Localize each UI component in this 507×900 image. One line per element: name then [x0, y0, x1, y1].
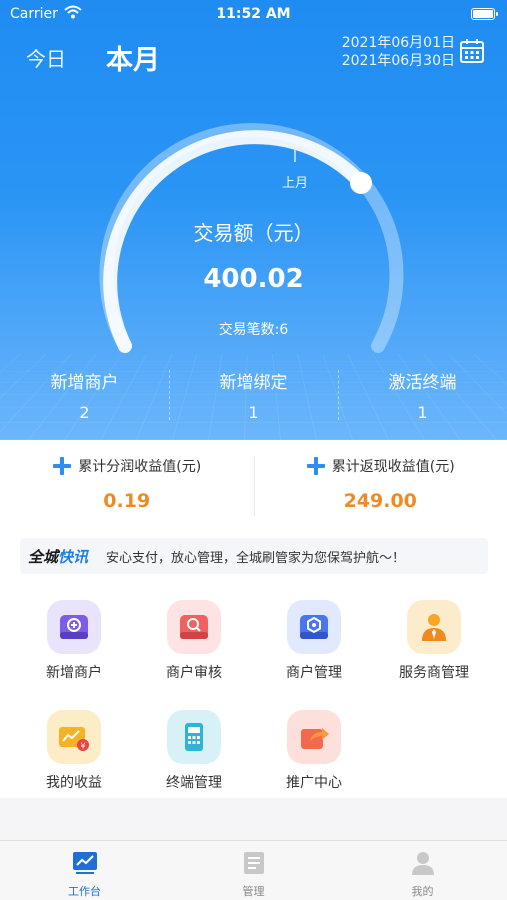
grid-item-add-merchant[interactable]: 新增商户: [14, 600, 134, 682]
nav-label: 工作台: [68, 885, 101, 898]
earnings-label: 累计返现收益值(元): [331, 459, 455, 475]
workbench-icon: [72, 852, 97, 874]
gauge-knob: [350, 172, 372, 194]
nav-tab-manage[interactable]: 管理: [169, 841, 338, 900]
nav-tab-profile[interactable]: 我的: [338, 841, 507, 900]
bottom-nav: 工作台 管理 我的: [0, 840, 507, 900]
nav-label: 我的: [411, 885, 434, 898]
grid-label: 推广中心: [286, 775, 342, 791]
grid-label: 商户管理: [286, 665, 342, 681]
promotion-center-icon: [287, 710, 341, 764]
function-grid: 新增商户 商户审核 商户管理 服务商管理 ¥ 我的收益 终端管理 推广中心: [14, 600, 494, 792]
grid-label: 新增商户: [46, 665, 102, 681]
stat-label: 新增绑定: [219, 373, 288, 393]
terminal-manage-icon: [167, 710, 221, 764]
earnings-label: 累计分润收益值(元): [78, 459, 202, 475]
grid-item-promotion-center[interactable]: 推广中心: [254, 710, 374, 792]
stat-new-merchants[interactable]: 新增商户 2: [0, 368, 169, 422]
stat-label: 激活终端: [388, 373, 457, 393]
transaction-amount-title: 交易额（元）: [193, 221, 314, 245]
grid-label: 商户审核: [166, 665, 222, 681]
nav-label: 管理: [242, 885, 265, 898]
dashboard-header: Carrier 11:52 AM 今日 本月 2021年06月01日 2021年…: [0, 0, 507, 440]
grid-item-merchant-manage[interactable]: 商户管理: [254, 600, 374, 682]
stat-value: 2: [79, 403, 90, 422]
merchant-review-icon: [167, 600, 221, 654]
stat-value: 1: [417, 403, 428, 422]
grid-item-terminal-manage[interactable]: 终端管理: [134, 710, 254, 792]
earnings-value: 0.19: [103, 490, 151, 512]
grid-item-my-earnings[interactable]: ¥ 我的收益: [14, 710, 134, 792]
service-provider-icon: [407, 600, 461, 654]
merchant-manage-icon: [287, 600, 341, 654]
plus-icon[interactable]: [52, 456, 72, 476]
grid-item-merchant-review[interactable]: 商户审核: [134, 600, 254, 682]
cashback-earnings[interactable]: 累计返现收益值(元) 249.00: [253, 440, 507, 528]
stat-activated-terminals[interactable]: 激活终端 1: [338, 368, 507, 422]
profit-share-earnings[interactable]: 累计分润收益值(元) 0.19: [0, 440, 254, 528]
grid-label: 服务商管理: [399, 665, 469, 681]
gauge-mark-label: 上月: [281, 176, 308, 191]
grid-label: 终端管理: [166, 775, 222, 791]
add-merchant-icon: [47, 600, 101, 654]
plus-icon[interactable]: [306, 456, 326, 476]
my-earnings-icon: ¥: [47, 710, 101, 764]
manage-icon: [243, 852, 264, 874]
stat-new-bindings[interactable]: 新增绑定 1: [169, 368, 338, 422]
transaction-count: 交易笔数:6: [218, 322, 289, 338]
news-ticker[interactable]: 全城快讯 安心支付，放心管理，全城刷管家为您保驾护航～！: [20, 538, 488, 574]
nav-tab-workbench[interactable]: 工作台: [0, 841, 169, 900]
stat-value: 1: [248, 403, 259, 422]
news-logo: 全城快讯: [28, 547, 89, 566]
stats-row: 新增商户 2 新增绑定 1 激活终端 1: [0, 368, 507, 422]
earnings-panel: 累计分润收益值(元) 0.19 累计返现收益值(元) 249.00: [0, 440, 507, 528]
stat-label: 新增商户: [50, 373, 119, 393]
news-text: 安心支付，放心管理，全城刷管家为您保驾护航～！: [106, 550, 406, 566]
grid-item-service-provider[interactable]: 服务商管理: [374, 600, 494, 682]
svg-text:¥: ¥: [80, 742, 85, 751]
profile-icon: [411, 852, 434, 875]
grid-label: 我的收益: [46, 775, 102, 791]
earnings-value: 249.00: [343, 490, 417, 512]
transaction-amount-value: 400.02: [203, 264, 304, 294]
